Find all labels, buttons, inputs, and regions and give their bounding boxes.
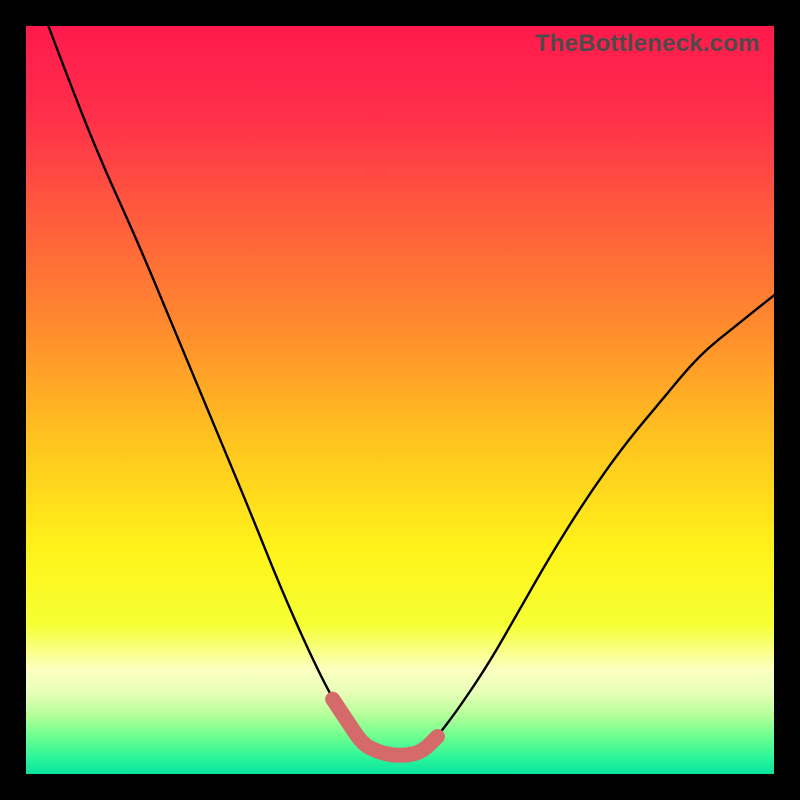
plot-area: TheBottleneck.com [26,26,774,774]
black-curve [48,26,774,755]
watermark-text: TheBottleneck.com [535,30,760,58]
chart-curves [26,26,774,774]
chart-frame: TheBottleneck.com [0,0,800,800]
marker-segment [333,699,438,755]
